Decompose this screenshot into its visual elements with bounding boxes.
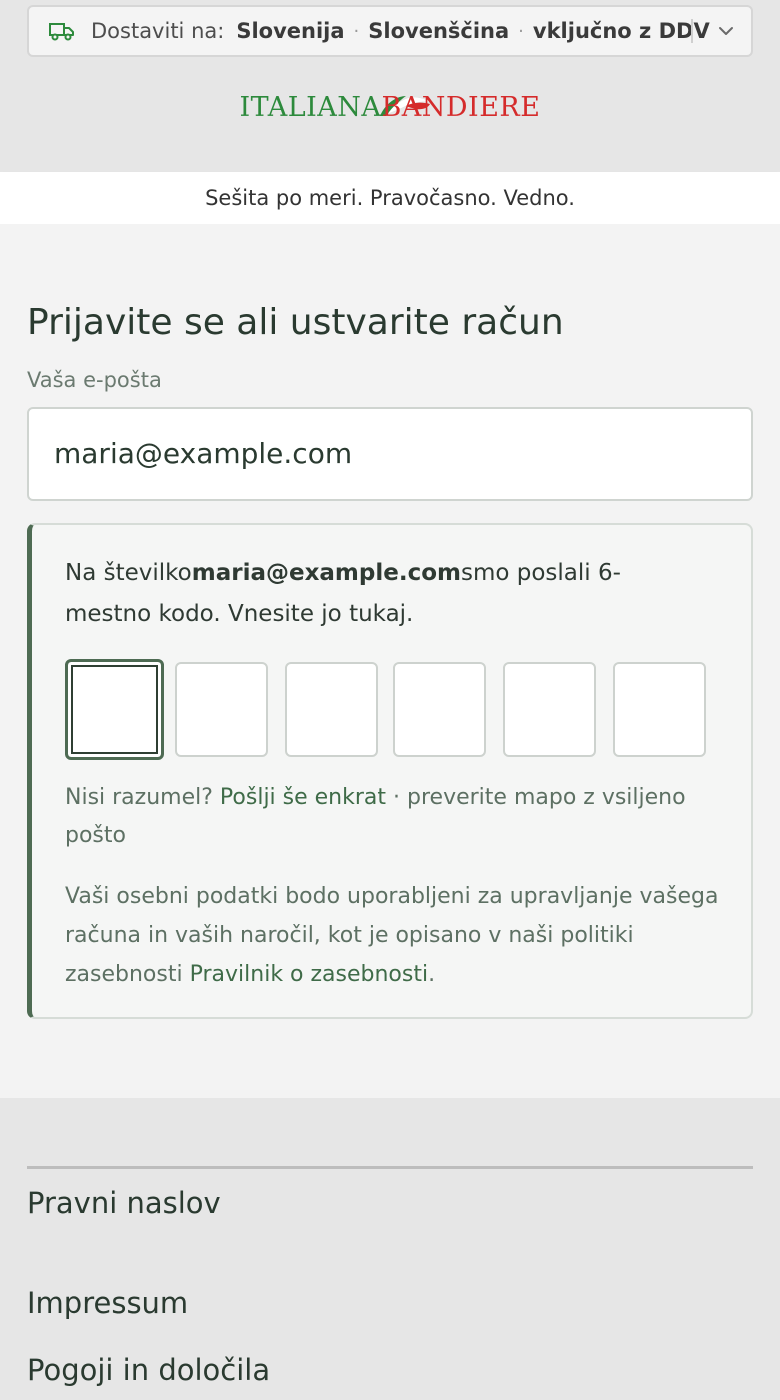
resend-link[interactable]: Pošlji še enkrat xyxy=(220,785,386,810)
code-digit-input[interactable] xyxy=(503,662,596,757)
separator-dot: · xyxy=(518,20,524,42)
footer: Pravni naslov Impressum Pogoji in določi… xyxy=(0,1098,780,1400)
shipping-selector[interactable]: Dostaviti na: Slovenija · Slovenščina · … xyxy=(27,5,753,57)
logo-text-right: BANDIERE xyxy=(381,92,541,123)
footer-section-title: Pravni naslov xyxy=(27,1186,221,1220)
separator-dot: · xyxy=(353,20,360,42)
verification-code-panel: Na številkomaria@example.comsmo poslali … xyxy=(27,523,753,1019)
truck-icon xyxy=(49,23,74,41)
shipping-tax: vključno z DDV xyxy=(532,19,710,43)
privacy-end: . xyxy=(428,962,436,987)
header: ITALIANABANDIERE xyxy=(0,62,780,172)
page-title: Prijavite se ali ustvarite račun xyxy=(27,302,564,343)
chevron-down-icon[interactable] xyxy=(717,22,735,40)
privacy-policy-link[interactable]: Pravilnik o zasebnosti xyxy=(190,962,429,987)
divider xyxy=(691,19,693,43)
code-message-email: maria@example.com xyxy=(191,560,461,586)
code-digit-input[interactable] xyxy=(393,662,486,757)
footer-link-terms[interactable]: Pogoji in določila xyxy=(27,1353,270,1387)
footer-link-impressum[interactable]: Impressum xyxy=(27,1286,188,1320)
tagline: Sešita po meri. Pravočasno. Vedno. xyxy=(0,172,780,224)
login-section: Prijavite se ali ustvarite račun Vaša e-… xyxy=(0,224,780,1098)
logo[interactable]: ITALIANABANDIERE xyxy=(0,92,780,123)
code-digit-input[interactable] xyxy=(175,662,268,757)
privacy-notice: Vaši osebni podatki bodo uporabljeni za … xyxy=(65,877,725,994)
resend-text: Nisi razumel? Pošlji še enkrat · preveri… xyxy=(65,779,745,855)
code-sent-message: Na številkomaria@example.comsmo poslali … xyxy=(65,553,705,635)
logo-text-left: ITALIANA xyxy=(239,92,382,123)
code-input-group xyxy=(65,659,725,760)
divider xyxy=(27,1166,753,1169)
code-digit-input[interactable] xyxy=(285,662,378,757)
code-message-prefix: Na številko xyxy=(65,560,192,586)
code-digit-input[interactable] xyxy=(613,662,706,757)
email-label: Vaša e-pošta xyxy=(27,368,162,392)
code-digit-input[interactable] xyxy=(65,659,164,760)
shipping-bar-area: Dostaviti na: Slovenija · Slovenščina · … xyxy=(0,0,780,62)
email-field[interactable]: maria@example.com xyxy=(27,407,753,501)
shipping-country: Slovenija xyxy=(236,19,345,43)
resend-prefix: Nisi razumel? xyxy=(65,785,213,810)
shipping-language: Slovenščina xyxy=(368,19,510,43)
shipping-label: Dostaviti na: xyxy=(91,19,225,43)
